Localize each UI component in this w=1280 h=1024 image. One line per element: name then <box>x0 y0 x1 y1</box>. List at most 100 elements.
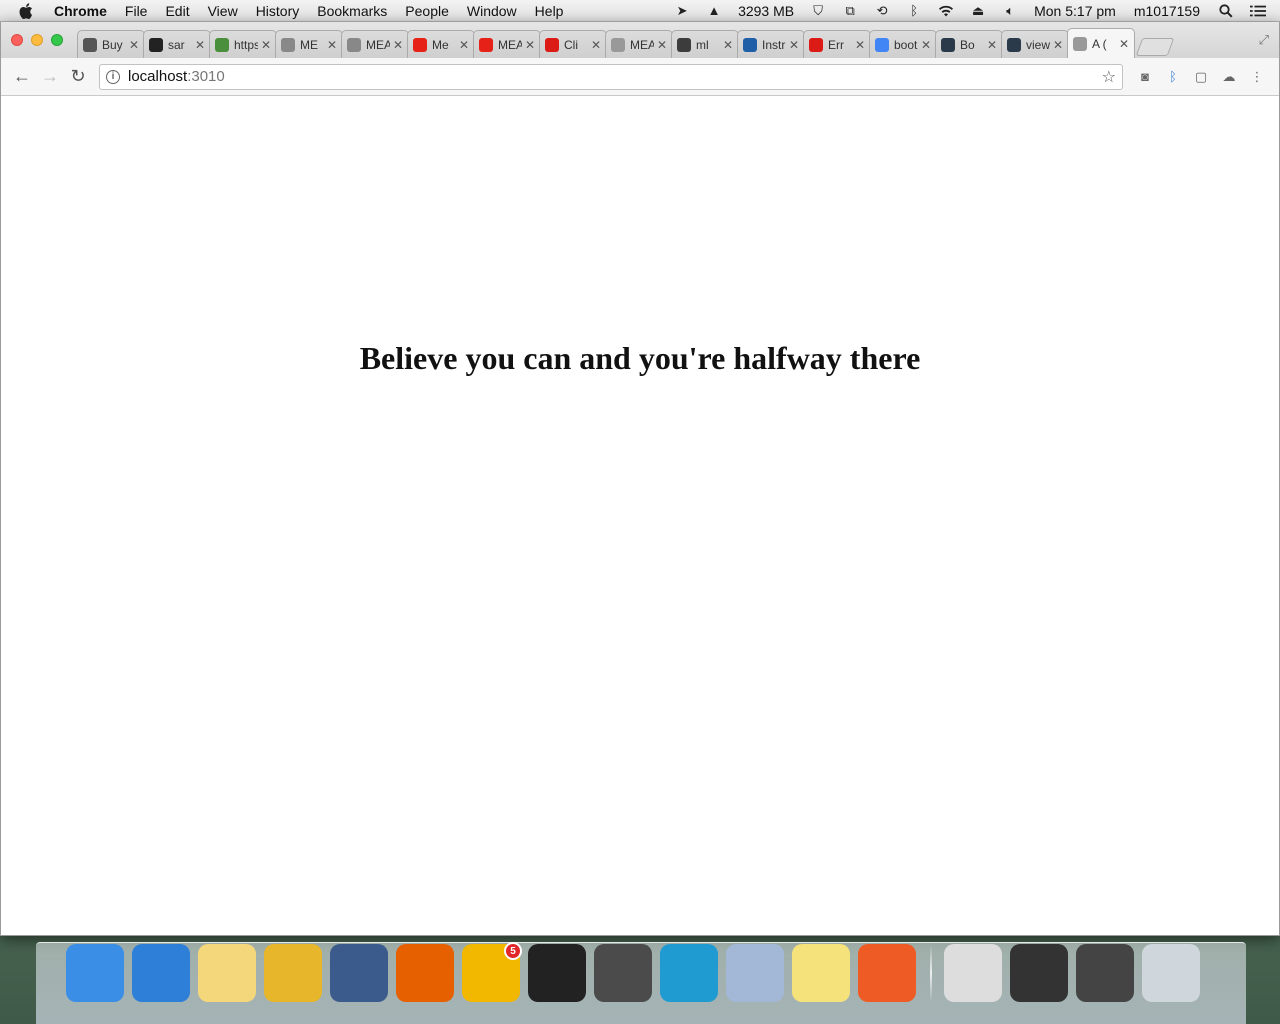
volume-icon[interactable]: 🔈︎ <box>1002 3 1018 19</box>
safari-icon[interactable] <box>132 944 190 1002</box>
user-account[interactable]: m1017159 <box>1134 3 1200 19</box>
drive-icon[interactable]: ▲ <box>706 3 722 19</box>
tab-close-icon[interactable]: ✕ <box>261 38 271 52</box>
menu-bookmarks[interactable]: Bookmarks <box>317 3 387 19</box>
dock-separator <box>930 944 932 1002</box>
person-icon <box>347 37 361 52</box>
finder-icon[interactable] <box>66 944 124 1002</box>
lync-icon[interactable] <box>660 944 718 1002</box>
tab-3[interactable]: ME ✕ <box>275 30 343 58</box>
trash-icon[interactable] <box>1142 944 1200 1002</box>
minimized-window-2-icon[interactable] <box>1010 944 1068 1002</box>
tabs-container: Buy B✕sar✕https✕ME✕MEAN✕Me✕MEAN✕Cli✕MEAN… <box>77 28 1135 58</box>
menu-people[interactable]: People <box>405 3 449 19</box>
menu-view[interactable]: View <box>208 3 238 19</box>
spotlight-search-icon[interactable] <box>1218 3 1234 19</box>
tab-close-icon[interactable]: ✕ <box>855 38 865 52</box>
tab-close-icon[interactable]: ✕ <box>195 38 205 52</box>
eject-icon[interactable]: ⏏ <box>970 3 986 19</box>
fullscreen-icon[interactable]: ⤢ <box>1259 32 1269 48</box>
tab-4[interactable]: MEAN✕ <box>341 30 409 58</box>
tab-close-icon[interactable]: ✕ <box>525 38 535 52</box>
minimize-window-button[interactable] <box>31 34 43 46</box>
tab-9[interactable]: ml ✕ <box>671 30 739 58</box>
tab-11[interactable]: Err ✕ <box>803 30 871 58</box>
tab-close-icon[interactable]: ✕ <box>591 38 601 52</box>
bookmark-star-icon[interactable]: ☆ <box>1102 67 1116 87</box>
tab-close-icon[interactable]: ✕ <box>657 38 667 52</box>
tab-10[interactable]: Instru✕ <box>737 30 805 58</box>
notes-icon[interactable] <box>198 944 256 1002</box>
dock-icons: 5 <box>66 942 1208 1002</box>
tab-5[interactable]: Me ✕ <box>407 30 475 58</box>
tab-close-icon[interactable]: ✕ <box>1119 37 1129 51</box>
document-icon <box>611 37 625 52</box>
outlook-icon[interactable]: 5 <box>462 942 522 1002</box>
menu-edit[interactable]: Edit <box>165 3 189 19</box>
minimized-window-1-icon[interactable] <box>944 944 1002 1002</box>
tab-close-icon[interactable]: ✕ <box>1053 38 1063 52</box>
forward-button[interactable]: → <box>37 64 63 90</box>
tab-13[interactable]: Bo ✕ <box>935 30 1003 58</box>
chrome-icon[interactable] <box>264 944 322 1002</box>
wifi-icon[interactable] <box>938 3 954 19</box>
window-switch-icon[interactable]: ⧉ <box>842 3 858 19</box>
tab-close-icon[interactable]: ✕ <box>393 38 403 52</box>
tab-2[interactable]: https ✕ <box>209 30 277 58</box>
extension-bluetooth-icon[interactable]: ᛒ <box>1162 66 1184 88</box>
extension-square-icon[interactable]: ▢ <box>1190 66 1212 88</box>
google-icon <box>875 37 889 52</box>
tab-close-icon[interactable]: ✕ <box>789 38 799 52</box>
tab-close-icon[interactable]: ✕ <box>129 38 139 52</box>
tab-title: MEAN <box>498 37 522 52</box>
menu-file[interactable]: File <box>125 3 148 19</box>
memory-usage[interactable]: 3293 MB <box>738 3 794 19</box>
menu-history[interactable]: History <box>256 3 300 19</box>
sublime-icon[interactable] <box>594 944 652 1002</box>
location-arrow-icon[interactable]: ➤ <box>674 3 690 19</box>
terminal-icon[interactable] <box>528 944 586 1002</box>
vmware-icon[interactable] <box>330 944 388 1002</box>
tab-15[interactable]: A (✕ <box>1067 28 1135 58</box>
time-machine-icon[interactable]: ⟲ <box>874 3 890 19</box>
bluetooth-icon[interactable]: ᛒ <box>906 3 922 19</box>
virtualbox-icon[interactable] <box>726 944 784 1002</box>
tab-1[interactable]: sar ✕ <box>143 30 211 58</box>
chrome-menu-icon[interactable]: ⋮ <box>1246 66 1268 88</box>
menu-help[interactable]: Help <box>535 3 564 19</box>
extension-glasses-icon[interactable]: ◙ <box>1134 66 1156 88</box>
tab-8[interactable]: MEAN✕ <box>605 30 673 58</box>
person-icon <box>281 37 295 52</box>
minimized-window-3-icon[interactable] <box>1076 944 1134 1002</box>
postman-icon[interactable] <box>858 944 916 1002</box>
shield-icon[interactable]: ⛉ <box>810 3 826 19</box>
stickies-icon[interactable] <box>792 944 850 1002</box>
tab-6[interactable]: MEAN✕ <box>473 30 541 58</box>
tab-7[interactable]: Cli ✕ <box>539 30 607 58</box>
tab-close-icon[interactable]: ✕ <box>459 38 469 52</box>
menu-window[interactable]: Window <box>467 3 517 19</box>
tab-close-icon[interactable]: ✕ <box>327 38 337 52</box>
notification-center-icon[interactable] <box>1250 3 1266 19</box>
firefox-icon[interactable] <box>396 944 454 1002</box>
reload-button[interactable]: ↻ <box>65 64 91 90</box>
tab-close-icon[interactable]: ✕ <box>723 38 733 52</box>
apple-menu-icon[interactable] <box>18 2 40 20</box>
site-info-icon[interactable]: i <box>106 69 120 84</box>
ml-icon <box>677 37 691 52</box>
tab-12[interactable]: boot ✕ <box>869 30 937 58</box>
tab-14[interactable]: view-✕ <box>1001 30 1069 58</box>
tab-title: Err <box>828 37 844 52</box>
tab-0[interactable]: Buy B✕ <box>77 30 145 58</box>
tab-close-icon[interactable]: ✕ <box>987 38 997 52</box>
app-menu-chrome[interactable]: Chrome <box>54 3 107 19</box>
address-bar[interactable]: i localhost:3010 ☆ <box>99 63 1123 90</box>
new-tab-button[interactable] <box>1135 38 1175 56</box>
back-button[interactable]: ← <box>9 64 35 90</box>
zoom-window-button[interactable] <box>51 34 63 46</box>
close-window-button[interactable] <box>11 34 23 46</box>
tab-title: ME <box>300 37 318 52</box>
tab-close-icon[interactable]: ✕ <box>921 38 931 52</box>
clock[interactable]: Mon 5:17 pm <box>1034 3 1116 19</box>
extension-cloud-icon[interactable]: ☁ <box>1218 66 1240 88</box>
